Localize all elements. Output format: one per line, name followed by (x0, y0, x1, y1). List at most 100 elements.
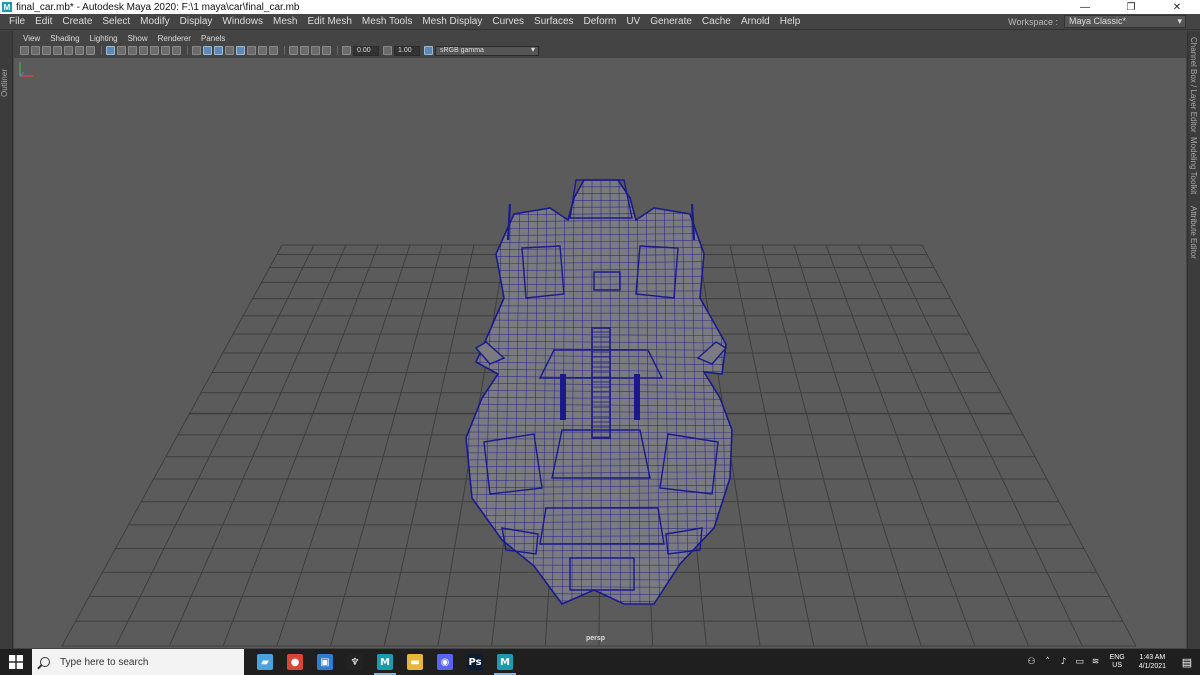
panel-menu-lighting[interactable]: Lighting (85, 34, 123, 43)
grease-pencil-tool-icon[interactable] (86, 46, 95, 55)
grid-icon[interactable] (106, 46, 115, 55)
menu-modify[interactable]: Modify (135, 14, 174, 30)
taskbar-search-input[interactable]: Type here to search (32, 649, 244, 675)
taskbar-app-1[interactable]: ● (280, 649, 310, 675)
menu-cache[interactable]: Cache (697, 14, 736, 30)
shadows-icon[interactable] (247, 46, 256, 55)
attribute-editor-tab[interactable]: Attribute Editor (1189, 206, 1198, 259)
outliner-tab[interactable]: Outliner (0, 69, 13, 97)
menu-mesh[interactable]: Mesh (268, 14, 302, 30)
channel-box-tab[interactable]: Channel Box / Layer Editor (1189, 37, 1198, 133)
wireframe-on-shaded-icon[interactable] (214, 46, 223, 55)
bookmarks-icon[interactable] (42, 46, 51, 55)
camera-attributes-icon[interactable] (31, 46, 40, 55)
menu-curves[interactable]: Curves (487, 14, 529, 30)
color-space-dropdown[interactable]: sRGB gamma (435, 45, 539, 56)
clock-date: 4/1/2021 (1138, 663, 1166, 670)
restore-button[interactable]: ❐ (1108, 0, 1154, 14)
safe-action-icon[interactable] (161, 46, 170, 55)
menu-surfaces[interactable]: Surfaces (529, 14, 578, 30)
xray-icon[interactable] (300, 46, 309, 55)
battery-icon[interactable]: ▭ (1074, 657, 1086, 667)
grid-line (729, 244, 815, 647)
exposure-icon[interactable] (342, 46, 351, 55)
xray-joints-icon[interactable] (311, 46, 320, 55)
select-camera-icon[interactable] (20, 46, 29, 55)
film-gate-icon[interactable] (117, 46, 126, 55)
taskbar-clock[interactable]: 1:43 AM 4/1/2021 (1139, 653, 1166, 671)
menu-edit-mesh[interactable]: Edit Mesh (302, 14, 356, 30)
network-icon[interactable]: ≋ (1090, 657, 1102, 667)
gate-mask-icon[interactable] (139, 46, 148, 55)
smooth-shade-icon[interactable] (203, 46, 212, 55)
main-menu-bar: File Edit Create Select Modify Display Windows… (0, 14, 1200, 30)
color-management-icon[interactable] (424, 46, 433, 55)
left-panel-strip: Outliner (0, 31, 13, 649)
chrome-icon: ● (287, 654, 303, 670)
people-icon[interactable]: ⚇ (1026, 657, 1038, 667)
photoshop-icon: Ps (467, 654, 483, 670)
show-hidden-icons-chevron-icon[interactable]: ˄ (1042, 657, 1054, 667)
menu-arnold[interactable]: Arnold (736, 14, 775, 30)
2d-pan-zoom-icon[interactable] (75, 46, 84, 55)
anti-aliasing-icon[interactable] (269, 46, 278, 55)
resolution-gate-icon[interactable] (128, 46, 137, 55)
grid-line (857, 244, 1030, 647)
panel-menu-view[interactable]: View (18, 34, 45, 43)
input-language-indicator[interactable]: ENG US (1110, 654, 1125, 670)
menu-file[interactable]: File (4, 14, 30, 30)
lights-icon[interactable] (236, 46, 245, 55)
gamma-field[interactable]: 1.00 (394, 45, 420, 56)
grease-pencil-icon[interactable] (64, 46, 73, 55)
perspective-viewport[interactable]: persp (14, 58, 1186, 648)
taskbar-app-6[interactable]: ◉ (430, 649, 460, 675)
panel-menu-panels[interactable]: Panels (196, 34, 230, 43)
viewport-canvas[interactable] (14, 58, 1186, 648)
panel-menu-shading[interactable]: Shading (45, 34, 84, 43)
image-plane-icon[interactable] (53, 46, 62, 55)
menu-mesh-tools[interactable]: Mesh Tools (357, 14, 417, 30)
grid-line (222, 244, 379, 647)
panel-menu-renderer[interactable]: Renderer (153, 34, 196, 43)
taskbar-app-5[interactable]: ▬ (400, 649, 430, 675)
taskbar-apps: ▰ ● ▣ ♆ M ▬ ◉ Ps M (250, 649, 520, 675)
grid-line (383, 244, 475, 647)
workspace-dropdown[interactable]: Maya Classic* (1064, 15, 1186, 28)
menu-display[interactable]: Display (175, 14, 218, 30)
panel-menu-show[interactable]: Show (123, 34, 153, 43)
close-button[interactable]: ✕ (1154, 0, 1200, 14)
taskbar-app-4[interactable]: M (370, 649, 400, 675)
notifications-button[interactable]: ▤ (1174, 649, 1200, 675)
exposure-field[interactable]: 0.00 (353, 45, 379, 56)
taskbar-app-3[interactable]: ♆ (340, 649, 370, 675)
taskbar-app-0[interactable]: ▰ (250, 649, 280, 675)
windows-taskbar: Type here to search ▰ ● ▣ ♆ M ▬ ◉ Ps M ⚇ ˄ ♪ ▭ ≋… (0, 649, 1200, 675)
menu-deform[interactable]: Deform (579, 14, 622, 30)
menu-edit[interactable]: Edit (30, 14, 57, 30)
ambient-occlusion-icon[interactable] (258, 46, 267, 55)
xray-components-icon[interactable] (322, 46, 331, 55)
workspace-selector: Workspace : Maya Classic* (1008, 15, 1186, 28)
safe-title-icon[interactable] (172, 46, 181, 55)
isolate-select-icon[interactable] (289, 46, 298, 55)
gamma-icon[interactable] (383, 46, 392, 55)
search-icon (40, 657, 50, 667)
menu-uv[interactable]: UV (621, 14, 645, 30)
speaker-icon[interactable]: ♪ (1058, 657, 1070, 667)
modeling-toolkit-tab[interactable]: Modeling Toolkit (1189, 137, 1198, 194)
taskbar-app-7[interactable]: Ps (460, 649, 490, 675)
wireframe-icon[interactable] (192, 46, 201, 55)
menu-windows[interactable]: Windows (217, 14, 268, 30)
menu-select[interactable]: Select (97, 14, 135, 30)
taskbar-app-2[interactable]: ▣ (310, 649, 340, 675)
car-wireframe-mesh[interactable] (454, 178, 744, 606)
textured-icon[interactable] (225, 46, 234, 55)
taskbar-app-8[interactable]: M (490, 649, 520, 675)
field-chart-icon[interactable] (150, 46, 159, 55)
menu-help[interactable]: Help (775, 14, 806, 30)
start-button[interactable] (0, 649, 32, 675)
menu-mesh-display[interactable]: Mesh Display (417, 14, 487, 30)
menu-generate[interactable]: Generate (645, 14, 697, 30)
menu-create[interactable]: Create (57, 14, 97, 30)
minimize-button[interactable]: — (1062, 0, 1108, 14)
